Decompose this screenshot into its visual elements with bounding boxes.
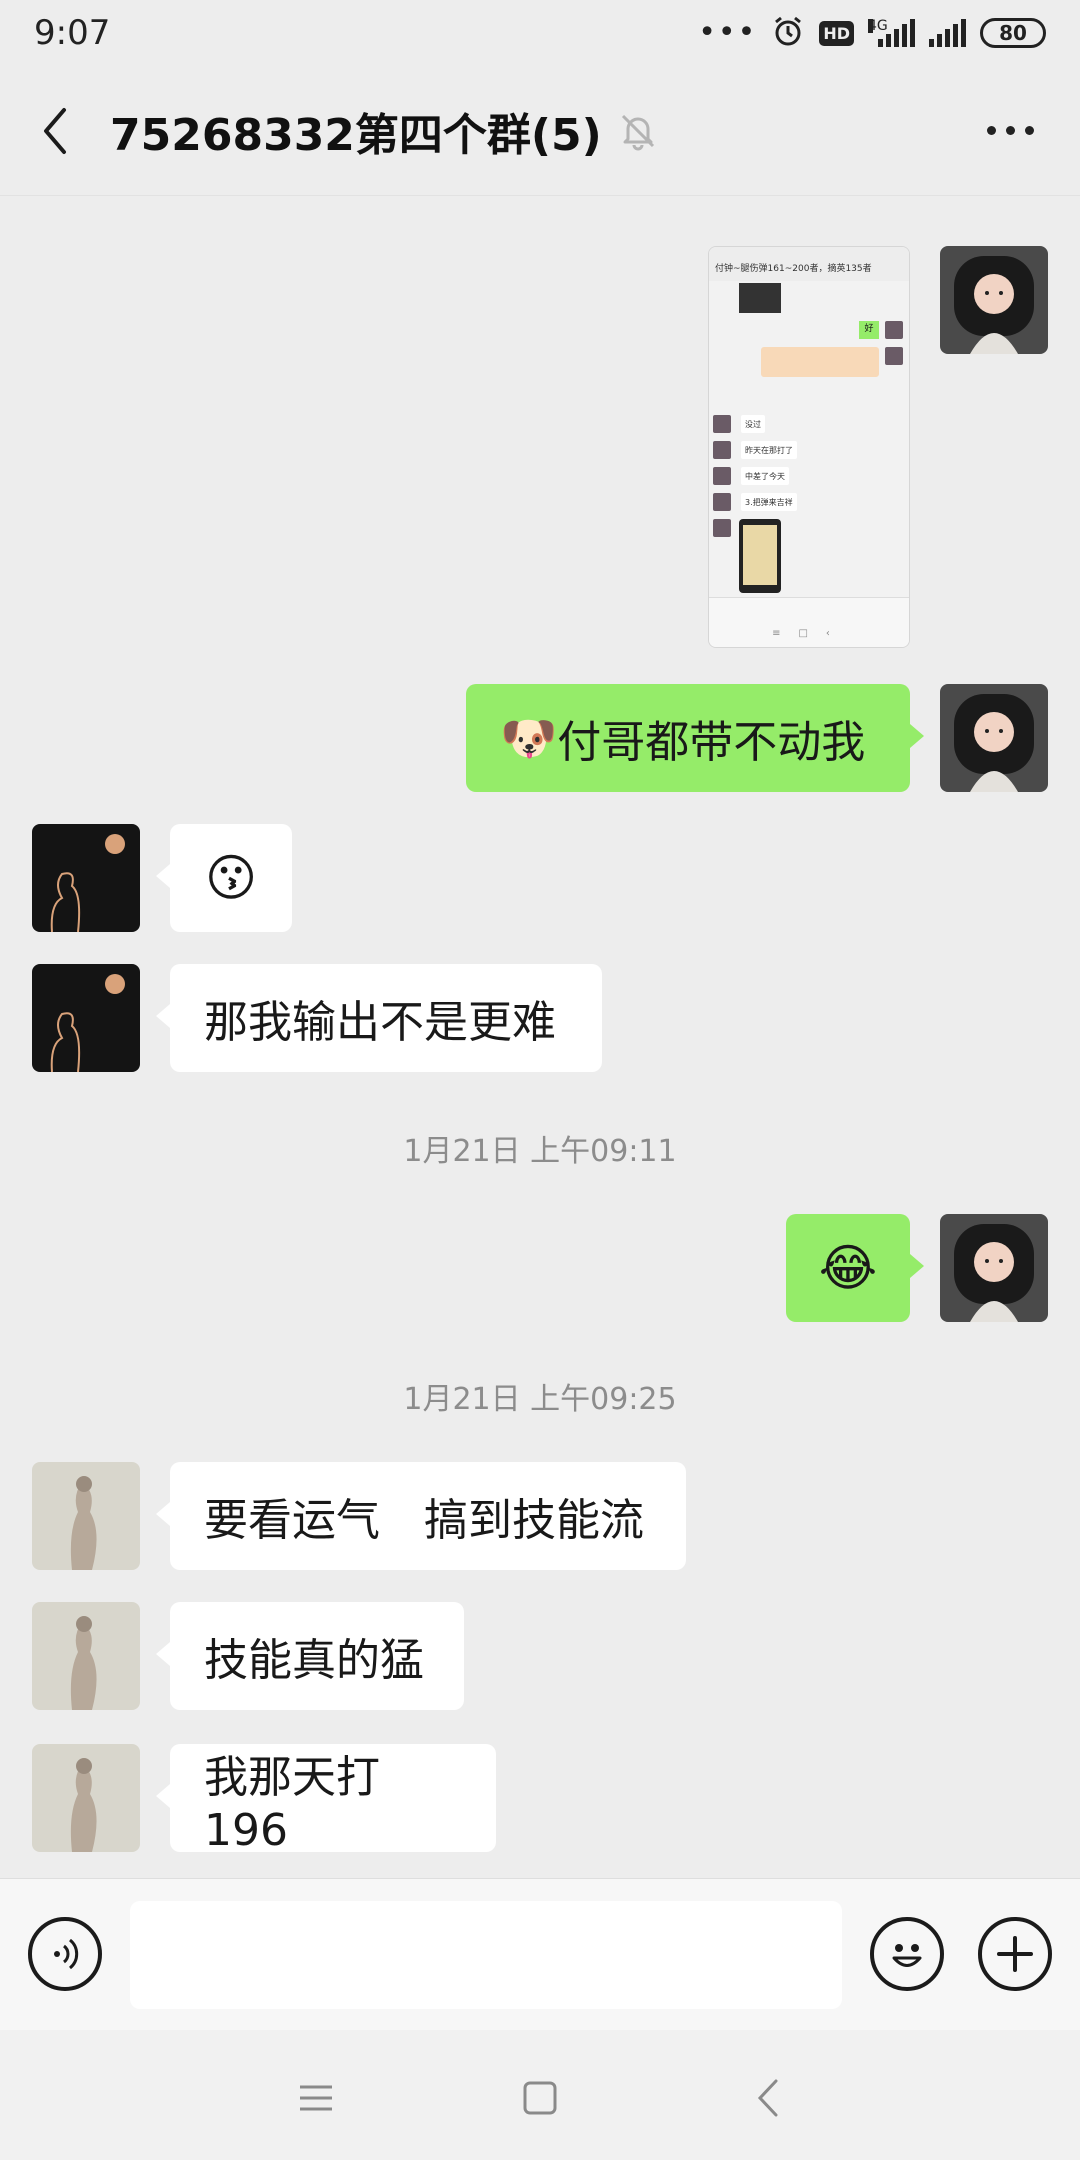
message-bubble-incoming[interactable]: 😗 xyxy=(156,824,292,932)
thumbnail-green-bubble: 好 xyxy=(859,321,879,339)
message-text: 要看运气 搞到技能流 xyxy=(204,1495,644,1546)
chat-title: 75268332第四个群(5) xyxy=(110,109,602,161)
message-text: 我那天打 196 xyxy=(204,1751,380,1856)
thumbnail-block xyxy=(739,283,781,313)
message-text: 技能真的猛 xyxy=(204,1635,424,1686)
alarm-icon xyxy=(771,14,805,52)
doge-emoji: 🐶 xyxy=(500,710,558,765)
signal-4g-icon: 4G xyxy=(868,19,915,47)
more-notifications-icon: ••• xyxy=(698,15,758,50)
bell-off-icon xyxy=(618,111,658,151)
status-time: 9:07 xyxy=(34,13,111,53)
voice-icon xyxy=(54,1938,79,1970)
signal-icon xyxy=(929,19,966,47)
menu-button[interactable] xyxy=(292,2074,340,2122)
thumbnail-phone-image xyxy=(739,519,781,593)
kiss-emoji: 😗 xyxy=(204,849,258,907)
plus-button[interactable] xyxy=(978,1917,1052,1991)
thumbnail-avatar xyxy=(713,493,731,511)
avatar-self[interactable] xyxy=(940,684,1048,792)
message-bubble-incoming[interactable]: 技能真的猛 xyxy=(156,1602,464,1710)
thumbnail-avatar xyxy=(885,321,903,339)
message-bubble-outgoing[interactable]: 😂 xyxy=(786,1214,924,1322)
avatar-self[interactable] xyxy=(940,246,1048,354)
image-message-screenshot[interactable]: 付钟~腿伤弹161~200者，摘英135者 好 没过 昨天在那打了 中差了今天 … xyxy=(708,246,910,648)
thumbnail-avatar xyxy=(713,467,731,485)
avatar-contact-light[interactable] xyxy=(32,1744,140,1852)
thumbnail-avatar xyxy=(713,415,731,433)
timestamp: 1月21日 上午09:11 xyxy=(403,1134,677,1169)
avatar-contact-light[interactable] xyxy=(32,1602,140,1710)
message-bubble-incoming[interactable]: 要看运气 搞到技能流 xyxy=(156,1462,686,1570)
menu-icon xyxy=(300,2085,332,2111)
chat-header: 75268332第四个群(5) xyxy=(0,66,1080,196)
thumbnail-row: 昨天在那打了 xyxy=(741,441,797,459)
thumbnail-row: 3.把弹来吉祥 xyxy=(741,493,797,511)
home-button[interactable] xyxy=(516,2074,564,2122)
plus-icon xyxy=(997,1936,1033,1972)
dot xyxy=(987,126,996,135)
network-label: 4G xyxy=(868,18,888,34)
timestamp: 1月21日 上午09:25 xyxy=(403,1382,677,1417)
back-triangle-icon xyxy=(757,2079,778,2117)
more-options-button[interactable] xyxy=(987,126,1050,135)
thumbnail-row: 中差了今天 xyxy=(741,467,789,485)
thumbnail-card xyxy=(761,347,879,377)
message-list[interactable]: 付钟~腿伤弹161~200者，摘英135者 好 没过 昨天在那打了 中差了今天 … xyxy=(0,196,1080,1878)
message-input[interactable] xyxy=(130,1901,842,2009)
status-icons: ••• HD 4G 80 xyxy=(698,14,1046,52)
emoji-smile-icon xyxy=(892,1944,922,1967)
avatar-self[interactable] xyxy=(940,1214,1048,1322)
avatar-contact-dark[interactable] xyxy=(32,824,140,932)
emoji-button[interactable] xyxy=(870,1917,944,1991)
avatar-contact-light[interactable] xyxy=(32,1462,140,1570)
message-bubble-outgoing[interactable]: 🐶 付哥都带不动我 xyxy=(466,684,924,792)
home-square-icon xyxy=(523,2081,557,2115)
thumbnail-row: 没过 xyxy=(741,415,765,433)
dot xyxy=(1025,126,1034,135)
message-bubble-incoming[interactable]: 我那天打 196 xyxy=(156,1744,496,1856)
back-button[interactable] xyxy=(30,101,80,161)
laughing-emoji: 😂 xyxy=(818,1239,878,1297)
chevron-left-icon xyxy=(44,107,66,154)
dot xyxy=(1006,126,1015,135)
battery-icon: 80 xyxy=(980,18,1046,48)
thumbnail-avatar xyxy=(885,347,903,365)
message-bubble-incoming[interactable]: 那我输出不是更难 xyxy=(156,964,602,1072)
thumbnail-input-bar xyxy=(709,597,909,621)
system-nav-bar xyxy=(0,2030,1080,2160)
input-bar xyxy=(0,1878,1080,2030)
thumbnail-avatar xyxy=(713,519,731,537)
message-text: 那我输出不是更难 xyxy=(204,997,556,1048)
thumbnail-header: 付钟~腿伤弹161~200者，摘英135者 xyxy=(709,247,909,281)
voice-button[interactable] xyxy=(28,1917,102,1991)
message-text: 付哥都带不动我 xyxy=(557,717,866,768)
thumbnail-avatar xyxy=(713,441,731,459)
status-bar: 9:07 ••• HD 4G 80 xyxy=(0,0,1080,66)
nav-back-button[interactable] xyxy=(744,2074,792,2122)
thumbnail-nav: ≡□‹ xyxy=(709,621,909,647)
avatar-contact-dark[interactable] xyxy=(32,964,140,1072)
hd-badge: HD xyxy=(819,20,854,46)
